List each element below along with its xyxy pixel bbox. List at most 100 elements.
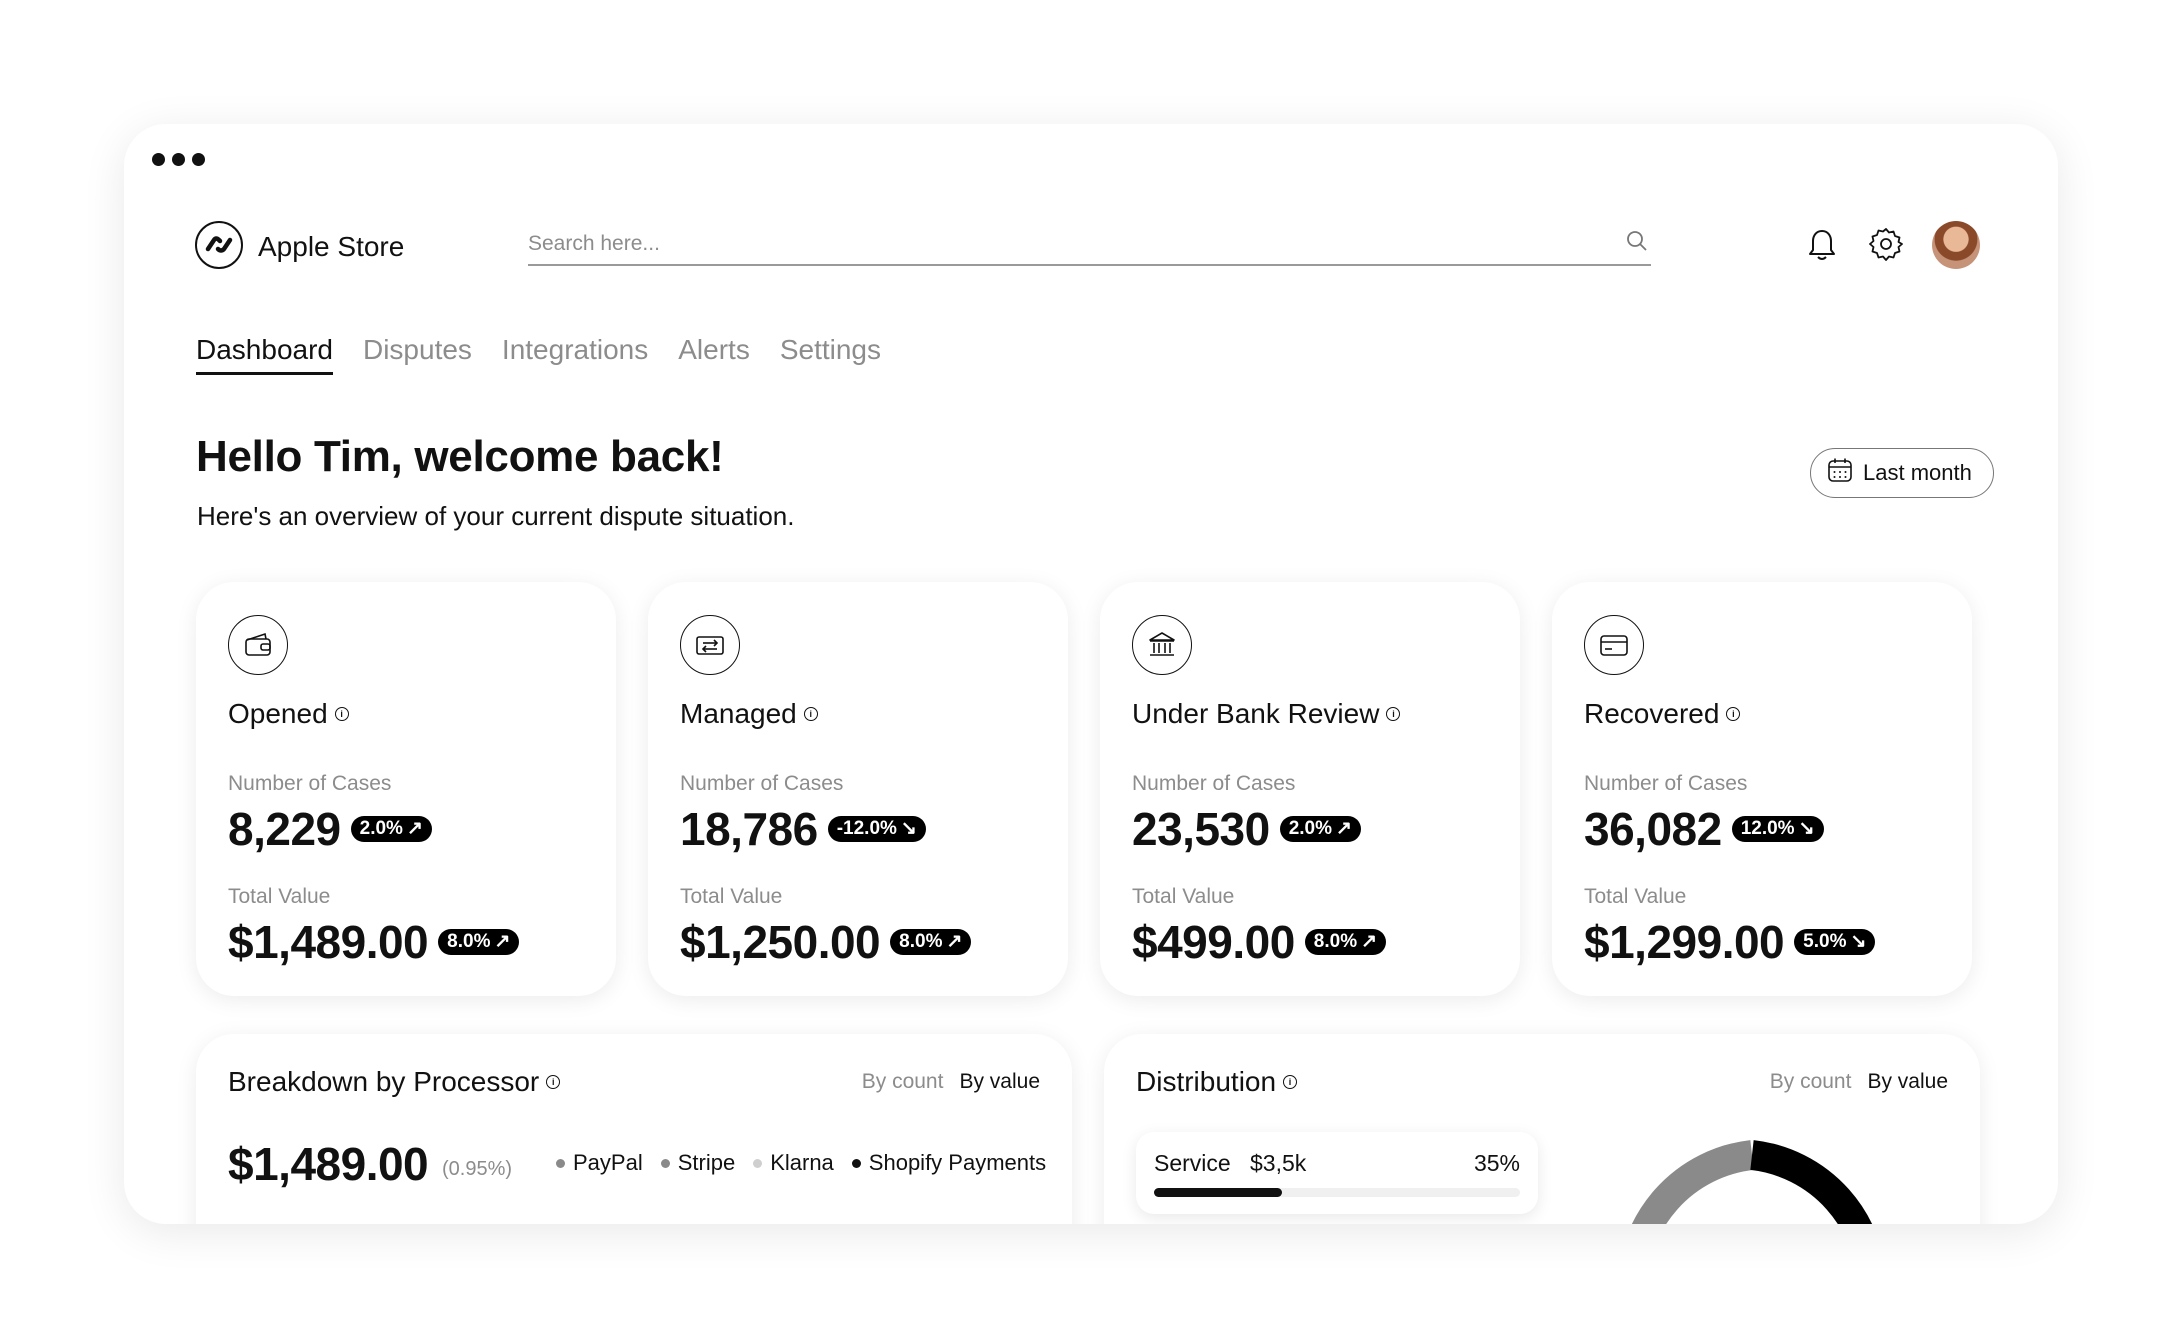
service-progress-track [1154,1188,1520,1197]
total-value: $499.00 [1132,916,1295,968]
card-title-text: Recovered [1584,698,1720,729]
legend-dot-icon [851,1158,861,1168]
donut-segment-black [1750,1140,1873,1224]
change-text: 12.0% [1740,817,1795,839]
service-progress-fill [1154,1188,1283,1197]
tab-settings[interactable]: Settings [780,334,881,375]
change-badge: 8.0% ↗ [890,928,972,956]
legend-dot-icon [753,1158,763,1168]
card-title: Managed i [680,698,818,730]
search-input[interactable] [528,232,1578,256]
change-badge: -12.0% ↘ [827,815,926,843]
arrow-up-right-icon: ↗ [406,817,423,839]
info-icon[interactable]: i [1283,1075,1298,1089]
panel-title: Distribution i [1136,1066,1298,1098]
change-text: 2.0% [359,817,403,839]
cases-label: Number of Cases [1584,772,1748,795]
summary-card-opened[interactable]: Opened i Number of Cases 8,229 2.0% ↗ Tota… [196,582,616,996]
tab-integrations[interactable]: Integrations [502,334,648,375]
summary-card-under-bank-review[interactable]: Under Bank Review i Number of Cases 23,53… [1100,582,1520,996]
summary-card-managed[interactable]: Managed i Number of Cases 18,786 -12.0% ↘ … [648,582,1068,996]
gear-icon[interactable] [1868,226,1904,267]
toggle-by-value[interactable]: By value [1867,1070,1948,1094]
cases-value: 18,786 [680,803,818,855]
legend-item[interactable]: Klarna [753,1150,834,1176]
total-value: $1,489.00 [228,916,429,968]
window-menu-dots[interactable] [152,153,205,166]
period-selector-button[interactable]: Last month [1810,448,1994,498]
distribution-toggle: By count By value [1770,1070,1948,1094]
cases-label: Number of Cases [228,772,392,795]
change-badge: 8.0% ↗ [1304,928,1387,956]
legend-item[interactable]: Stripe [660,1150,735,1176]
tab-dashboard[interactable]: Dashboard [196,334,333,375]
value-label: Total Value [228,885,331,908]
legend-dot-icon [660,1158,670,1168]
cases-value: 8,229 [228,803,341,855]
breakdown-percent: (0.95%) [442,1158,513,1180]
toggle-by-count[interactable]: By count [1770,1070,1852,1094]
card-title-text: Under Bank Review [1132,698,1380,729]
legend-label: Klarna [770,1150,834,1175]
cases-row: 23,530 2.0% ↗ [1132,802,1361,856]
tab-alerts[interactable]: Alerts [678,334,750,375]
value-label: Total Value [1584,885,1687,908]
tab-disputes[interactable]: Disputes [363,334,472,375]
arrow-up-right-icon: ↗ [494,930,511,952]
card-title-text: Managed [680,698,797,729]
change-text: 8.0% [447,930,491,952]
summary-card-recovered[interactable]: Recovered i Number of Cases 36,082 12.0% ↘… [1552,582,1972,996]
info-icon[interactable]: i [334,707,349,721]
breakdown-total: $1,489.00 [228,1138,429,1190]
wallet-icon [228,615,288,675]
legend-item[interactable]: Shopify Payments [851,1150,1047,1176]
distribution-donut-chart [1631,1140,1873,1224]
value-row: $1,250.00 8.0% ↗ [680,915,972,969]
cases-label: Number of Cases [680,772,844,795]
panel-title: Breakdown by Processor i [228,1066,561,1098]
nav-tabs: Dashboard Disputes Integrations Alerts S… [196,334,881,375]
service-percent: 35% [1473,1150,1520,1176]
info-icon[interactable]: i [546,1075,561,1089]
change-text: 2.0% [1288,817,1333,839]
bell-icon[interactable] [1807,227,1837,268]
calendar-icon [1827,457,1853,489]
service-row[interactable]: Service $3,5k 35% [1136,1132,1538,1214]
cases-value: 36,082 [1584,803,1722,855]
toggle-by-value[interactable]: By value [959,1070,1040,1094]
toggle-by-count[interactable]: By count [862,1070,944,1094]
avatar[interactable] [1932,221,1980,269]
breakdown-toggle: By count By value [862,1070,1040,1094]
search-icon[interactable] [1625,229,1649,258]
bank-icon [1132,615,1192,675]
total-value: $1,250.00 [680,916,881,968]
change-text: 8.0% [899,930,943,952]
donut-segment-gray [1631,1140,1754,1224]
info-icon[interactable]: i [1726,707,1741,721]
panel-title-text: Breakdown by Processor [228,1066,540,1097]
legend-label: Shopify Payments [868,1150,1047,1175]
dot-icon [152,153,165,166]
info-icon[interactable]: i [1386,707,1401,721]
cases-row: 36,082 12.0% ↘ [1584,802,1824,856]
arrow-down-right-icon: ↘ [1798,817,1815,839]
card-title: Opened i [228,698,349,730]
legend-item[interactable]: PayPal [556,1150,643,1176]
change-text: 5.0% [1803,930,1847,952]
value-label: Total Value [680,885,783,908]
service-label: Service [1154,1150,1231,1176]
change-text: 8.0% [1313,930,1358,952]
value-row: $499.00 8.0% ↗ [1132,915,1387,969]
store-logo-icon[interactable] [195,221,243,269]
cases-value: 23,530 [1132,803,1270,855]
page-subtitle: Here's an overview of your current dispu… [197,501,795,531]
info-icon[interactable]: i [803,707,818,721]
value-row: $1,489.00 8.0% ↗ [228,915,520,969]
arrow-up-right-icon: ↗ [1336,817,1352,839]
panel-title-text: Distribution [1136,1066,1277,1097]
dot-icon [192,153,205,166]
change-text: -12.0% [836,817,897,839]
legend-dot-icon [556,1158,565,1168]
dot-icon [172,153,185,166]
credit-card-icon [1584,615,1644,675]
